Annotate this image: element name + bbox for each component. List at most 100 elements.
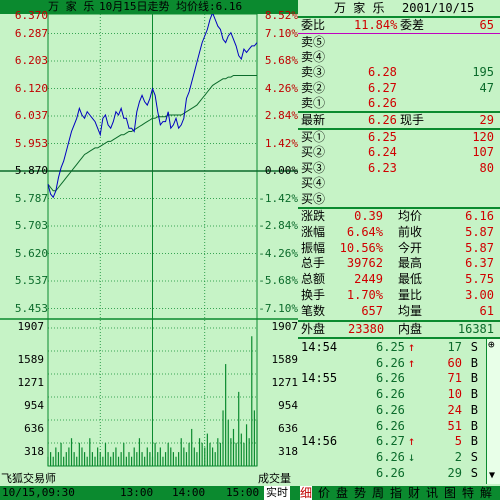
tick-side: B (470, 434, 478, 449)
tab-10[interactable]: 解 (480, 486, 492, 500)
tick-side: B (470, 418, 478, 433)
tab-9[interactable]: 特 (462, 486, 474, 500)
tab-7[interactable]: 讯 (426, 486, 438, 500)
tick-side: B (470, 402, 478, 417)
quote-header: 万 家 乐 2001/10/15 (298, 1, 500, 16)
weibi-label: 委比 (301, 18, 326, 32)
tick-arrow-icon: ↑ (408, 434, 416, 449)
weicha-label: 委差 (400, 18, 425, 32)
tick-volume: 29 (447, 465, 462, 480)
volume-label: 成交量 (258, 472, 291, 485)
tick-volume: 2 (454, 449, 462, 464)
tick-row: 6.26 10 B (298, 387, 488, 402)
intraday-chart-svg (0, 5, 298, 467)
tick-volume: 17 (447, 340, 462, 354)
price-tick-label: 5.703 (14, 219, 48, 232)
percent-tick-label: -1.42% (258, 191, 298, 205)
percent-tick-label: -5.68% (258, 274, 298, 287)
app-name-label: 飞狐交易师 (1, 472, 56, 485)
tab-5[interactable]: 指 (390, 486, 402, 500)
realtime-mode-button[interactable]: 实时 (264, 486, 290, 500)
tick-volume: 60 (447, 355, 462, 370)
volume-tick-label: 1589 (271, 353, 299, 366)
buy-row: 买③ 6.23 80 (298, 161, 500, 176)
stat-value: 1.70% (346, 288, 383, 302)
price-tick-label: 6.287 (14, 26, 48, 40)
buy-row: 买① 6.25 120 (298, 130, 500, 145)
tick-row: 6.26 51 B (298, 419, 488, 434)
stat-label: 总手 (301, 256, 326, 271)
stat-value: 6.16 (465, 209, 494, 223)
time-axis: 10/15,09:30 13:00 14:00 15:00 实时 (0, 486, 298, 500)
stat-row: 总额 2449 最低 5.75 (298, 272, 500, 287)
sell-price: 6.27 (368, 80, 397, 95)
tick-scrollbar[interactable]: ⊕ ▼ (486, 338, 500, 484)
tick-price: 6.26 (376, 387, 405, 402)
x-tick-label: 14:00 (172, 486, 206, 499)
tab-3[interactable]: 势 (354, 486, 366, 500)
scroll-up-icon[interactable]: ⊕ (488, 338, 495, 351)
sell-price: 6.26 (368, 95, 397, 110)
tick-arrow-icon: ↓ (408, 449, 416, 464)
scroll-down-icon[interactable]: ▼ (489, 470, 495, 481)
tab-0[interactable]: 细 (300, 486, 313, 500)
sell-level-label: 卖⑤ (301, 35, 326, 49)
stat-label: 笔数 (301, 303, 326, 318)
stat-label: 涨跌 (301, 209, 326, 223)
sell-level-label: 卖② (301, 80, 326, 95)
buy-volume: 80 (479, 160, 494, 175)
divider (298, 337, 500, 339)
tick-side: S (470, 465, 478, 480)
volume-tick-label: 1907 (271, 320, 299, 333)
intraday-chart-panel[interactable]: 万 家 乐 10月15日走势 均价线:6.16 6.370 6.287 6.203 6… (0, 0, 298, 486)
stat-row: 振幅 10.56% 今开 5.87 (298, 241, 500, 256)
x-tick-label: 15:00 (226, 486, 260, 499)
avg-price-label: 均价线:6.16 (176, 0, 243, 13)
stat-row: 涨幅 6.64% 前收 5.87 (298, 225, 500, 240)
outer-inner-row: 外盘 23380 内盘 16381 (298, 322, 500, 337)
quote-panel: 万 家 乐 2001/10/15 委比 11.84% 委差 65 卖⑤ 卖④ 卖③ 6… (298, 0, 500, 500)
quote-stock-name: 万 家 乐 (334, 1, 385, 15)
latest-price: 6.26 (368, 113, 397, 127)
volume-tick-label: 1589 (17, 353, 45, 366)
buy-price: 6.25 (368, 130, 397, 144)
tick-volume: 10 (447, 387, 462, 402)
tab-6[interactable]: 财 (408, 486, 420, 500)
tick-price: 6.26 (376, 371, 405, 386)
stat-label: 前收 (398, 224, 423, 239)
tick-arrow-icon: ↑ (408, 355, 416, 370)
sell-row: 卖④ (298, 50, 500, 65)
tab-1[interactable]: 价 (318, 486, 330, 500)
tick-price: 6.26 (376, 402, 405, 417)
tick-price: 6.26 (376, 418, 405, 433)
percent-tick-label: 2.84% (264, 109, 298, 122)
sell-level-label: 卖③ (301, 65, 326, 80)
percent-tick-label: -7.10% (258, 301, 298, 315)
stat-value: 5.87 (465, 240, 494, 255)
buy-row: 买⑤ (298, 192, 500, 207)
tab-2[interactable]: 盘 (336, 486, 348, 500)
percent-tick-label: 7.10% (264, 26, 298, 40)
tab-8[interactable]: 图 (444, 486, 456, 500)
quote-date: 2001/10/15 (402, 1, 475, 15)
buy-level-label: 买③ (301, 160, 326, 175)
buy-price: 6.24 (368, 145, 397, 160)
sell-row: 卖② 6.27 47 (298, 81, 500, 96)
tick-side: S (470, 449, 478, 464)
inner-label: 内盘 (398, 322, 423, 336)
tab-4[interactable]: 周 (372, 486, 384, 500)
tick-row: 14:56 6.27 ↑ 5 B (298, 434, 488, 449)
tick-price: 6.26 (376, 465, 405, 480)
tick-side: B (470, 387, 478, 402)
volume-tick-label: 954 (24, 399, 44, 412)
buy-row: 买② 6.24 107 (298, 145, 500, 160)
buy-row: 买④ (298, 176, 500, 191)
tick-price: 6.26 (376, 449, 405, 464)
buy-volume: 107 (472, 145, 494, 160)
weibi-value: 11.84% (354, 18, 398, 32)
stat-label: 振幅 (301, 240, 326, 255)
tick-time: 14:54 (301, 340, 338, 354)
sell-level-label: 卖④ (301, 50, 326, 65)
stat-value: 61 (479, 303, 494, 318)
volume-tick-label: 636 (24, 422, 44, 435)
